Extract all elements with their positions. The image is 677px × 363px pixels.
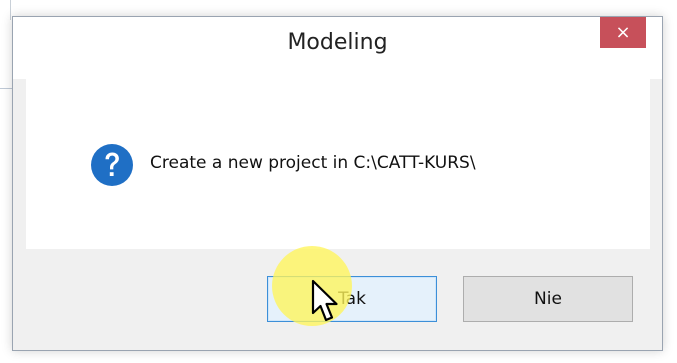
dialog-message: Create a new project in C:\CATT-KURS\ — [150, 153, 476, 173]
dialog-titlebar[interactable]: Modeling × — [13, 17, 662, 79]
screen: Modeling × Create a new project in C:\CA… — [0, 0, 677, 363]
dialog-content: Create a new project in C:\CATT-KURS\ — [26, 79, 650, 249]
message-dialog: Modeling × Create a new project in C:\CA… — [12, 16, 663, 351]
no-button[interactable]: Nie — [463, 276, 633, 322]
close-icon: × — [615, 22, 631, 43]
dialog-button-bar: Tak Nie — [13, 249, 662, 350]
question-icon — [91, 144, 133, 186]
no-button-label: Nie — [534, 289, 562, 309]
background-window — [0, 0, 677, 16]
yes-button-label: Tak — [338, 289, 366, 309]
background-window-border — [10, 0, 11, 20]
close-button[interactable]: × — [600, 17, 646, 48]
yes-button[interactable]: Tak — [267, 276, 437, 322]
background-window-divider — [0, 88, 12, 89]
dialog-title: Modeling — [287, 30, 388, 55]
